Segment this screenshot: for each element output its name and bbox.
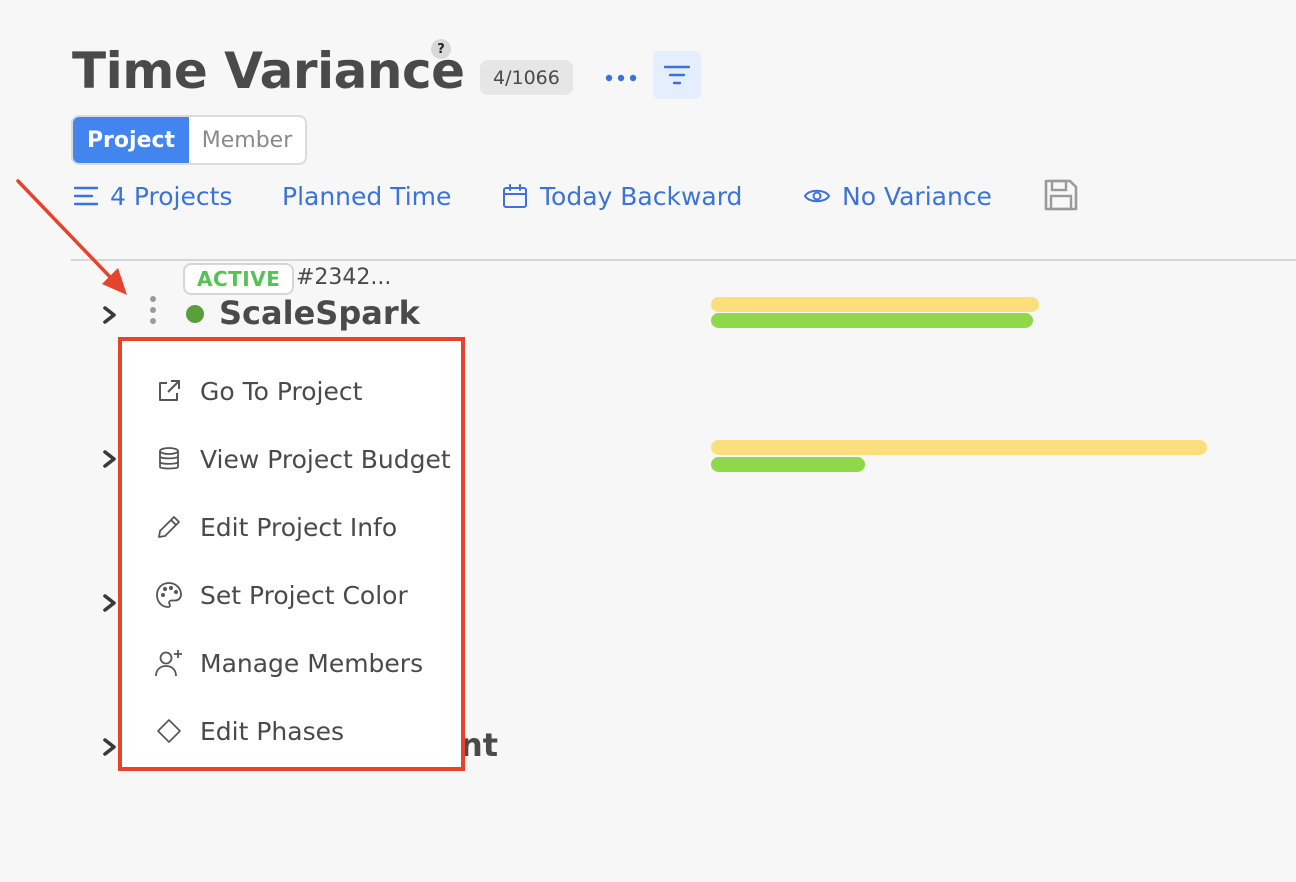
projects-filter-label: 4 Projects bbox=[110, 181, 233, 211]
more-options-button[interactable] bbox=[600, 60, 642, 96]
menu-item-label: View Project Budget bbox=[200, 444, 451, 474]
menu-item-label: Edit Phases bbox=[200, 716, 345, 746]
actual-time-bar bbox=[711, 457, 865, 472]
planned-time-bar bbox=[711, 297, 1039, 312]
database-icon bbox=[154, 444, 184, 474]
menu-item-label: Go To Project bbox=[200, 376, 363, 406]
chevron-right-icon[interactable] bbox=[102, 449, 118, 469]
page-title: Time Variance bbox=[72, 42, 465, 100]
chevron-right-icon[interactable] bbox=[102, 593, 118, 613]
variance-filter-label: No Variance bbox=[842, 181, 992, 211]
menu-item-edit-phases[interactable]: Edit Phases bbox=[122, 706, 461, 756]
help-icon[interactable]: ? bbox=[431, 39, 451, 59]
status-badge: ACTIVE bbox=[183, 263, 295, 295]
menu-item-edit-project-info[interactable]: Edit Project Info bbox=[122, 502, 461, 552]
eye-icon bbox=[804, 189, 830, 203]
chevron-right-icon[interactable] bbox=[102, 305, 118, 325]
actual-time-bar bbox=[711, 313, 1033, 328]
menu-item-set-project-color[interactable]: Set Project Color bbox=[122, 570, 461, 620]
kebab-menu-icon[interactable] bbox=[150, 296, 156, 324]
save-icon[interactable] bbox=[1043, 178, 1079, 212]
filter-icon bbox=[664, 65, 690, 85]
toggle-member[interactable]: Member bbox=[189, 117, 305, 163]
variance-filter[interactable]: No Variance bbox=[804, 177, 992, 215]
add-person-icon bbox=[154, 648, 184, 678]
filter-button[interactable] bbox=[653, 51, 701, 99]
projects-filter[interactable]: 4 Projects bbox=[74, 177, 232, 215]
external-link-icon bbox=[154, 376, 184, 406]
date-range-filter-label: Today Backward bbox=[540, 181, 743, 211]
list-icon bbox=[74, 186, 98, 206]
menu-item-label: Manage Members bbox=[200, 648, 424, 678]
menu-item-view-project-budget[interactable]: View Project Budget bbox=[122, 434, 461, 484]
menu-item-label: Edit Project Info bbox=[200, 512, 398, 542]
count-badge: 4/1066 bbox=[480, 60, 573, 95]
pencil-icon bbox=[154, 512, 184, 542]
chevron-right-icon[interactable] bbox=[102, 737, 118, 757]
time-type-filter[interactable]: Planned Time bbox=[282, 177, 451, 215]
menu-item-go-to-project[interactable]: Go To Project bbox=[122, 366, 461, 416]
view-toggle: Project Member bbox=[71, 115, 307, 165]
time-type-filter-label: Planned Time bbox=[282, 181, 452, 211]
project-name[interactable]: ScaleSpark bbox=[219, 294, 420, 332]
calendar-icon bbox=[503, 184, 527, 208]
project-color-dot bbox=[186, 305, 204, 323]
diamond-icon bbox=[154, 716, 184, 746]
toggle-project[interactable]: Project bbox=[73, 117, 189, 163]
filter-bar: 4 Projects Planned Time Today Backward N… bbox=[0, 177, 1296, 217]
date-range-filter[interactable]: Today Backward bbox=[502, 177, 742, 215]
palette-icon bbox=[154, 580, 184, 610]
ellipsis-icon bbox=[605, 74, 637, 82]
project-context-menu: Go To Project View Project Budget Edit P… bbox=[118, 337, 465, 771]
menu-item-manage-members[interactable]: Manage Members bbox=[122, 638, 461, 688]
menu-item-label: Set Project Color bbox=[200, 580, 408, 610]
project-code: #2342... bbox=[296, 265, 392, 290]
divider bbox=[71, 259, 1296, 261]
project-name[interactable]: nt bbox=[460, 726, 498, 764]
planned-time-bar bbox=[711, 440, 1207, 455]
